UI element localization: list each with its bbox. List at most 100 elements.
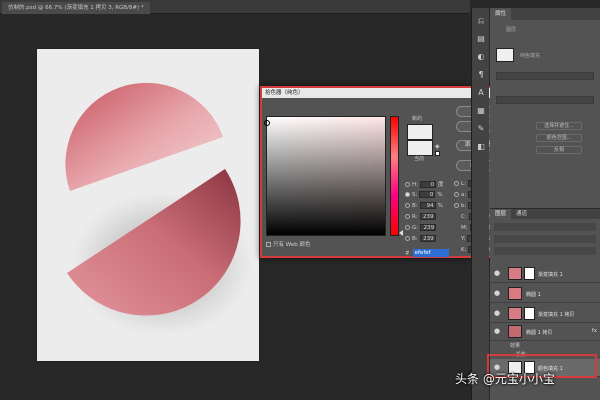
layer-thumb [508,325,522,338]
lab-b-label: b: [461,203,467,209]
s-input[interactable]: 0 [419,191,436,198]
current-color-swatch[interactable] [407,140,433,156]
s-unit: % [437,192,443,198]
m-label: M: [461,225,468,231]
g-label: G: [412,225,419,231]
layer-thumb [508,267,522,280]
feather-slider[interactable] [496,96,594,104]
watermark: 头条 @元宝小小宝 [455,372,555,386]
g-radio[interactable] [405,225,410,230]
a-label: a: [461,192,467,198]
eye-icon[interactable]: ● [494,309,500,317]
r-field-row: R: 239 [405,213,438,222]
s-label: S: [412,192,418,198]
layer-mask-thumb [524,307,535,320]
b-field-row: B: 94% [405,202,443,211]
hue-slider-handle-icon[interactable] [399,230,403,236]
layer-thumb [508,307,522,320]
saturation-brightness-field[interactable] [264,116,386,236]
h-label: H: [412,182,418,188]
layers-tab-bar: 图层 通道 [490,209,600,219]
properties-layer-thumb [496,48,514,62]
s-radio[interactable] [405,192,410,197]
g-input[interactable]: 239 [420,224,437,231]
layer-row[interactable]: ● 渐变填充 1 拷贝 [490,305,600,323]
paragraph-icon[interactable]: ¶ [476,70,486,80]
layer-row[interactable]: ● 椭圆 1 [490,285,600,303]
color-picker-dialog[interactable]: 拾色器（纯色） × 新的 当前 ◈ 确定 取消 添加到色板 颜色库 H:0度 S… [260,86,506,258]
web-safe-color-icon[interactable] [435,151,440,156]
lock-bar[interactable] [494,247,596,255]
current-color-label: 当前 [414,156,425,162]
document-canvas[interactable] [37,49,259,361]
b-unit: % [437,203,443,209]
color-picker-titlebar[interactable]: 拾色器（纯色） × [262,88,504,98]
hue-slider[interactable] [390,116,399,236]
tab-channels[interactable]: 通道 [511,209,532,219]
invert-button[interactable]: 反相 [536,146,582,154]
document-tab-bar: 仿制的.psd @ 66.7% (渐变填充 1 拷贝 3, RGB/8#) * [0,0,470,14]
b-radio[interactable] [405,203,410,208]
fx-badge[interactable]: fx [592,328,597,334]
properties-tab-bar: 属性 [490,8,600,20]
b-input[interactable]: 94 [419,202,436,209]
adjustments-icon[interactable]: ◐ [476,52,486,62]
hex-label: # [405,250,410,257]
properties-tab[interactable]: 属性 [490,8,512,20]
layer-row[interactable]: ● 渐变填充 1 [490,265,600,283]
k-label: K: [461,247,467,253]
eye-icon[interactable]: ● [494,327,500,335]
h-radio[interactable] [405,182,410,187]
web-only-label: 只有 Web 颜色 [273,242,311,248]
c-label: C: [461,214,467,220]
layer-mask-thumb [524,267,535,280]
color-picker-title: 拾色器（纯色） [265,90,304,96]
layer-name: 椭圆 1 [526,292,541,298]
layer-name: 渐变填充 1 拷贝 [538,312,575,318]
l-radio[interactable] [454,181,459,186]
h-field-row: H: 0 度 [405,180,444,189]
layer-row[interactable]: ● 椭圆 1 拷贝 fx [490,323,600,341]
eye-icon[interactable]: ● [494,269,500,277]
gamut-warning-icon[interactable]: ◈ [435,143,440,150]
s-field-row: S: 0% [405,191,443,200]
new-color-swatch [407,124,433,140]
color-range-button[interactable]: 颜色范围... [536,134,582,142]
r-input[interactable]: 239 [419,213,436,220]
h-input[interactable]: 0 [420,181,436,188]
top-half-disc [65,82,223,191]
g-field-row: G: 239 [405,224,438,233]
artwork [65,82,252,336]
eye-icon[interactable]: ● [494,289,500,297]
tab-layers[interactable]: 图层 [490,209,512,219]
y-label: Y: [461,236,466,242]
layer-filter-bar[interactable] [494,223,596,231]
document-tab[interactable]: 仿制的.psd @ 66.7% (渐变填充 1 拷贝 3, RGB/8#) * [2,2,150,14]
web-only-option[interactable]: 只有 Web 颜色 [266,240,311,248]
properties-panel: 属性 图层 纯色填充 [490,8,600,208]
blend-mode-bar[interactable] [494,235,596,243]
new-color-label: 新的 [412,116,423,122]
blue-input[interactable]: 239 [419,235,436,242]
lab-b-radio[interactable] [454,203,459,208]
brush-icon[interactable]: ✎ [476,124,486,134]
density-slider[interactable] [496,72,594,80]
select-and-mask-button[interactable]: 选择并遮住... [536,122,582,130]
swatches-icon[interactable]: ▦ [476,106,486,116]
blue-radio[interactable] [405,236,410,241]
r-label: R: [412,214,418,220]
layer-name: 椭圆 1 拷贝 [526,330,553,336]
l-label: L: [461,181,466,187]
properties-icon[interactable]: ▤ [476,34,486,44]
web-only-checkbox[interactable] [266,242,271,247]
blue-field-row: B: 239 [405,235,438,244]
a-radio[interactable] [454,192,459,197]
layer-comps-icon[interactable]: ◧ [476,142,486,152]
layer-name: 渐变填充 1 [538,272,563,278]
r-radio[interactable] [405,214,410,219]
hex-input[interactable]: efefef [412,249,449,257]
history-icon[interactable]: ⎌ [476,16,486,26]
character-icon[interactable]: A [476,88,486,98]
color-marker[interactable] [264,120,270,126]
effects-row[interactable]: 效果 [510,342,600,350]
